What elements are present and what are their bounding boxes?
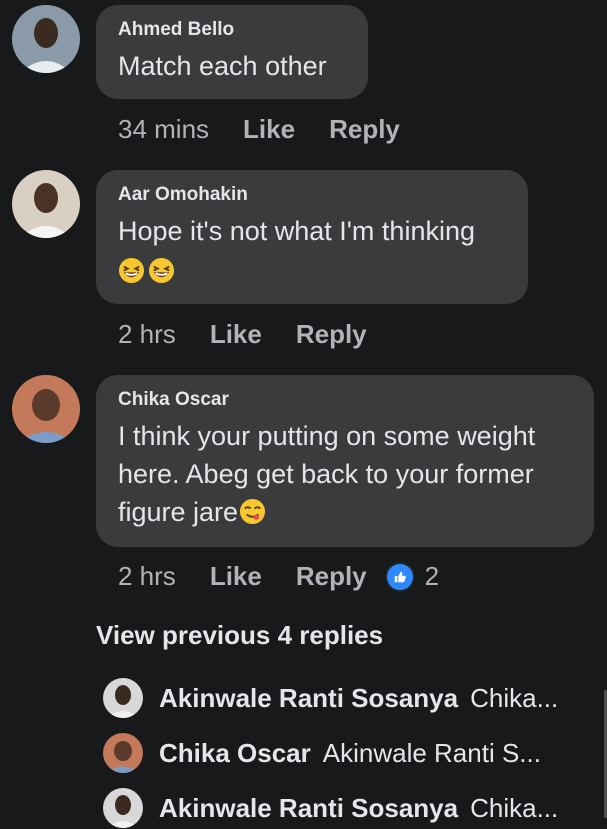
avatar bbox=[103, 788, 143, 828]
emoji-line bbox=[118, 252, 506, 290]
profile-photo bbox=[103, 788, 143, 828]
profile-photo bbox=[12, 5, 80, 73]
reply-preview-row[interactable]: Akinwale Ranti Sosanya Chika... bbox=[103, 677, 593, 719]
reply-button[interactable]: Reply bbox=[296, 561, 367, 592]
avatar-chika-oscar[interactable] bbox=[12, 375, 80, 443]
reply-preview-row[interactable]: Akinwale Ranti Sosanya Chika... bbox=[103, 787, 593, 829]
comment-text-line-last: figure jare bbox=[118, 493, 572, 531]
comment-bubble: Chika Oscar I think your putting on some… bbox=[96, 375, 594, 547]
comment-actions: 2 hrs Like Reply 2 bbox=[118, 561, 439, 592]
reply-button[interactable]: Reply bbox=[329, 114, 400, 145]
comment-actions: 34 mins Like Reply bbox=[118, 114, 434, 145]
comment-text-line: I think your putting on some weight bbox=[118, 421, 536, 451]
reply-button[interactable]: Reply bbox=[296, 319, 367, 350]
reply-preview-row[interactable]: Chika Oscar Akinwale Ranti S... bbox=[103, 732, 593, 774]
comment-text-end: figure jare bbox=[118, 497, 239, 527]
profile-photo bbox=[12, 375, 80, 443]
comment-bubble: Ahmed Bello Match each other bbox=[96, 5, 368, 99]
avatar bbox=[103, 678, 143, 718]
reply-snippet: Chika... bbox=[470, 682, 559, 713]
reply-snippet: Akinwale Ranti S... bbox=[322, 737, 541, 768]
avatar-aar-omohakin[interactable] bbox=[12, 170, 80, 238]
reaction-count[interactable]: 2 bbox=[425, 561, 439, 592]
profile-photo bbox=[103, 678, 143, 718]
like-button[interactable]: Like bbox=[210, 319, 262, 350]
laughing-emoji-icon bbox=[118, 257, 145, 284]
comment-text-line: here. Abeg get back to your former bbox=[118, 459, 534, 489]
comment-text: Hope it's not what I'm thinking bbox=[118, 216, 475, 246]
comment-author[interactable]: Aar Omohakin bbox=[118, 184, 506, 206]
reply-snippet: Chika... bbox=[470, 792, 559, 823]
like-reaction-icon[interactable] bbox=[384, 561, 415, 592]
comment-author[interactable]: Ahmed Bello bbox=[118, 19, 346, 41]
comment-actions: 2 hrs Like Reply bbox=[118, 319, 401, 350]
comment-timestamp[interactable]: 2 hrs bbox=[118, 319, 176, 350]
reply-author: Chika Oscar bbox=[159, 737, 311, 768]
savoring-food-emoji-icon bbox=[240, 498, 266, 525]
profile-photo bbox=[103, 733, 143, 773]
laughing-emoji-icon bbox=[148, 257, 175, 284]
comment-author[interactable]: Chika Oscar bbox=[118, 389, 572, 411]
avatar-ahmed-bello[interactable] bbox=[12, 5, 80, 73]
comment-text: Match each other bbox=[118, 51, 327, 81]
like-button[interactable]: Like bbox=[243, 114, 295, 145]
reply-author: Akinwale Ranti Sosanya bbox=[159, 792, 459, 823]
profile-photo bbox=[12, 170, 80, 238]
view-previous-replies-link[interactable]: View previous 4 replies bbox=[96, 620, 383, 651]
like-button[interactable]: Like bbox=[210, 561, 262, 592]
comment-timestamp[interactable]: 34 mins bbox=[118, 114, 209, 145]
comment-bubble: Aar Omohakin Hope it's not what I'm thin… bbox=[96, 170, 528, 304]
thumbs-up-icon bbox=[394, 571, 406, 582]
comment-timestamp[interactable]: 2 hrs bbox=[118, 561, 176, 592]
avatar bbox=[103, 733, 143, 773]
reply-author: Akinwale Ranti Sosanya bbox=[159, 682, 459, 713]
